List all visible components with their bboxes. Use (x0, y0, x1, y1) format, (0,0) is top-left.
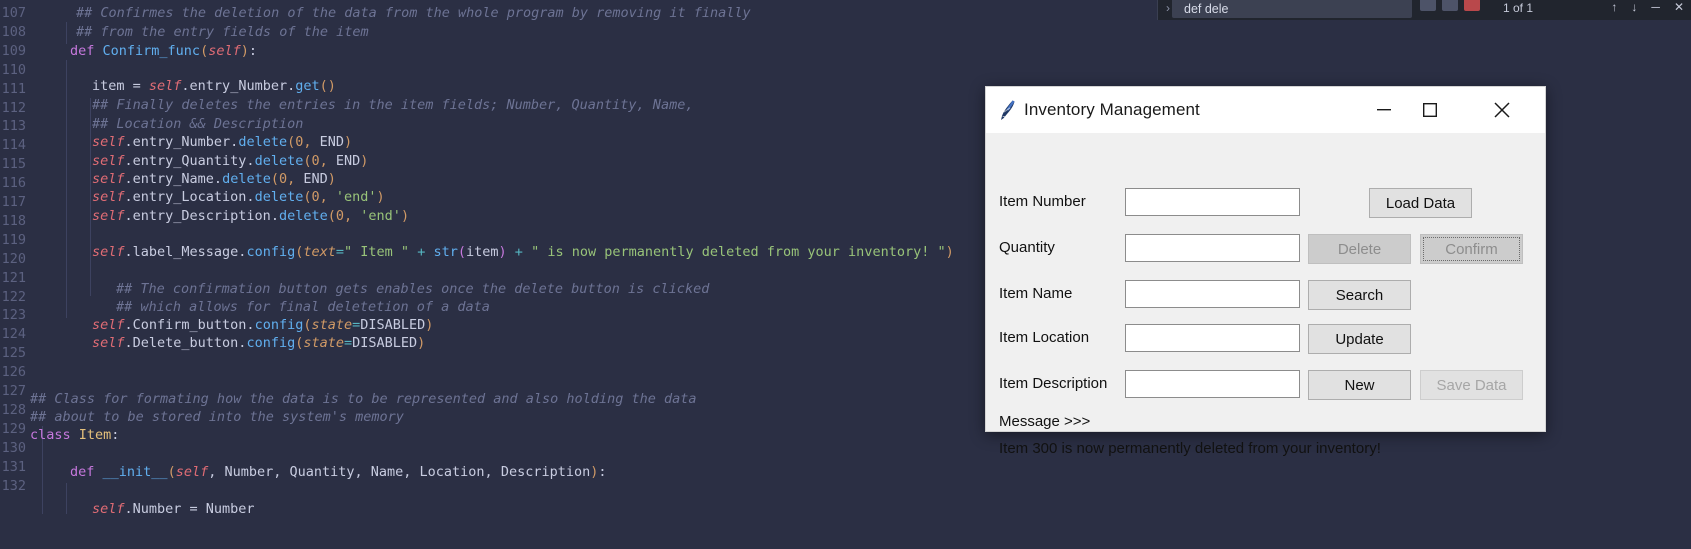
code-line: self.entry_Description.delete(0, 'end') (92, 208, 410, 224)
dialog-body: Item Number Load Data Quantity Delete Co… (986, 133, 1545, 457)
line-number: 113 (1, 118, 26, 135)
code-line: self.entry_Name.delete(0, END) (92, 171, 336, 187)
code-line: ## Finally deletes the entries in the it… (92, 97, 694, 113)
code-line: ## Location && Description (92, 116, 304, 132)
confirm-button[interactable]: Confirm (1420, 234, 1523, 264)
code-line: ## Class for formating how the data is t… (30, 391, 697, 407)
line-number: 126 (1, 364, 26, 381)
match-case-icon[interactable] (1420, 0, 1436, 11)
input-item-location[interactable] (1125, 324, 1300, 352)
label-item-name: Item Name (999, 285, 1073, 302)
match-word-icon[interactable] (1442, 0, 1458, 11)
line-number: 109 (1, 42, 26, 59)
label-item-number: Item Number (999, 193, 1086, 210)
line-number: 115 (1, 156, 26, 173)
regex-icon[interactable] (1464, 0, 1480, 11)
line-number: 127 (1, 383, 26, 399)
new-button[interactable]: New (1308, 370, 1411, 400)
line-number: 119 (1, 231, 26, 248)
code-line: self.label_Message.config(text=" Item " … (92, 244, 954, 260)
line-number: 129 (1, 420, 26, 437)
load-data-button[interactable]: Load Data (1369, 188, 1472, 218)
line-number: 128 (1, 401, 26, 418)
line-number-gutter: 107 108 109 110 111 112 113 114 115 116 117 118 119 1… (0, 0, 30, 549)
code-line: self.Delete_button.config(state=DISABLED… (92, 335, 426, 351)
code-line: self.entry_Location.delete(0, 'end') (92, 189, 385, 205)
label-quantity: Quantity (999, 239, 1055, 256)
line-number: 124 (1, 326, 26, 343)
editor-find-widget[interactable]: › def dele 1 of 1 ↑ ↓ ─ ✕ (1157, 0, 1691, 20)
code-line: self.Confirm_button.config(state=DISABLE… (92, 317, 434, 333)
line-number: 111 (1, 80, 26, 97)
code-line: ## The confirmation button gets enables … (116, 281, 710, 297)
find-nav-buttons: ↑ ↓ ─ ✕ (1611, 0, 1684, 14)
save-data-button[interactable]: Save Data (1420, 370, 1523, 400)
input-item-description[interactable] (1125, 370, 1300, 398)
inventory-management-window[interactable]: Inventory Management Item Number Load Da… (985, 86, 1546, 457)
input-item-name[interactable] (1125, 280, 1300, 308)
line-number: 114 (1, 137, 26, 154)
find-result-count: 1 of 1 (1503, 1, 1534, 15)
find-close-icon[interactable]: ✕ (1674, 0, 1684, 14)
label-item-description: Item Description (999, 375, 1108, 392)
code-line: ## about to be stored into the system's … (30, 409, 404, 425)
chevron-right-icon[interactable]: › (1166, 1, 1170, 15)
line-number: 116 (1, 175, 26, 192)
update-button[interactable]: Update (1308, 324, 1411, 354)
close-button[interactable] (1479, 87, 1525, 133)
line-number: 123 (1, 307, 26, 324)
input-quantity[interactable] (1125, 234, 1300, 262)
find-next-icon[interactable]: ↓ (1631, 0, 1637, 14)
code-line: ## from the entry fields of the item (76, 24, 369, 40)
line-number: 118 (1, 212, 26, 229)
python-feather-icon (999, 99, 1019, 121)
line-number: 107 (1, 5, 26, 21)
search-button[interactable]: Search (1308, 280, 1411, 310)
code-line: self.entry_Quantity.delete(0, END) (92, 153, 369, 169)
line-number: 122 (1, 288, 26, 305)
find-options[interactable] (1420, 0, 1480, 11)
line-number: 125 (1, 345, 26, 362)
code-line: def __init__(self, Number, Quantity, Nam… (70, 464, 607, 480)
code-line: self.Number = Number (92, 501, 255, 517)
line-number: 120 (1, 250, 26, 267)
find-selection-icon[interactable]: ─ (1651, 0, 1660, 14)
code-line: ## which allows for final deletetion of … (116, 299, 490, 315)
line-number: 117 (1, 194, 26, 210)
code-line: def Confirm_func(self): (70, 43, 258, 59)
label-item-location: Item Location (999, 329, 1090, 346)
line-number: 130 (1, 439, 26, 456)
line-number: 131 (1, 458, 26, 475)
delete-button[interactable]: Delete (1308, 234, 1411, 264)
find-previous-icon[interactable]: ↑ (1611, 0, 1617, 14)
minimize-button[interactable] (1361, 87, 1407, 133)
dialog-title: Inventory Management (1024, 100, 1200, 119)
maximize-button[interactable] (1407, 87, 1453, 133)
line-number: 112 (1, 99, 26, 116)
message-title: Message >>> (999, 413, 1091, 430)
line-number: 110 (1, 61, 26, 78)
find-input-value: def dele (1184, 2, 1229, 16)
code-line: self.entry_Number.delete(0, END) (92, 134, 353, 150)
line-number: 132 (1, 477, 26, 494)
code-line: item = self.entry_Number.get() (92, 78, 336, 94)
input-item-number[interactable] (1125, 188, 1300, 216)
code-line: ## Confirmes the deletion of the data fr… (76, 5, 751, 21)
message-text: Item 300 is now permanently deleted from… (999, 440, 1381, 457)
line-number: 121 (1, 269, 26, 286)
dialog-title-bar[interactable]: Inventory Management (986, 87, 1545, 134)
line-number: 108 (1, 23, 26, 40)
code-line: class Item: (30, 427, 120, 443)
